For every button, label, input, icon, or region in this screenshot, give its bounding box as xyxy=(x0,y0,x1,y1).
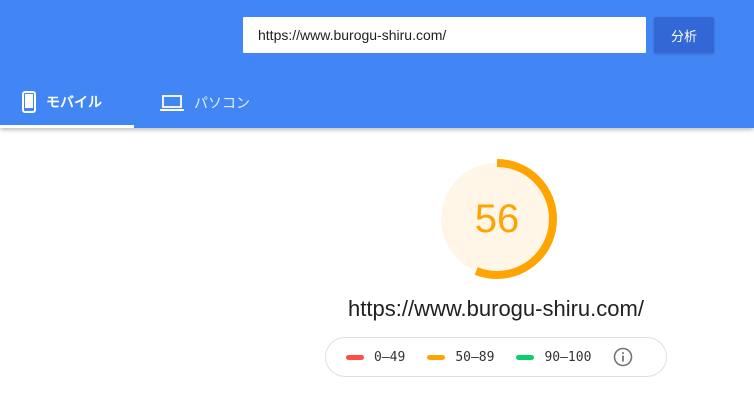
score-legend: 0–49 50–89 90–100 xyxy=(325,337,667,377)
score-gauge: 56 xyxy=(434,156,560,282)
legend-label-fail: 0–49 xyxy=(374,349,406,365)
laptop-icon xyxy=(160,94,184,112)
legend-item-pass: 90–100 xyxy=(516,350,591,365)
legend-swatch-pass xyxy=(516,354,535,360)
tab-mobile-label: モバイル xyxy=(46,94,102,111)
tab-desktop-label: パソコン xyxy=(194,96,250,112)
legend-item-fail: 0–49 xyxy=(346,350,405,365)
legend-swatch-fail xyxy=(346,354,364,360)
performance-score: 56 xyxy=(474,196,520,241)
page-url: https://www.burogu-shiru.com/ xyxy=(348,296,644,321)
tab-mobile[interactable]: モバイル xyxy=(0,78,134,128)
info-icon[interactable] xyxy=(613,347,633,367)
legend-label-average: 50–89 xyxy=(455,349,495,365)
tab-desktop[interactable]: パソコン xyxy=(134,78,274,128)
legend-swatch-average xyxy=(427,354,446,360)
legend-item-average: 50–89 xyxy=(427,350,494,365)
url-input[interactable] xyxy=(243,17,646,53)
header-bar: 分析 モバイル パソコン xyxy=(0,0,754,128)
legend-label-pass: 90–100 xyxy=(544,349,592,365)
analyze-button[interactable]: 分析 xyxy=(654,17,714,53)
smartphone-icon xyxy=(22,90,36,113)
